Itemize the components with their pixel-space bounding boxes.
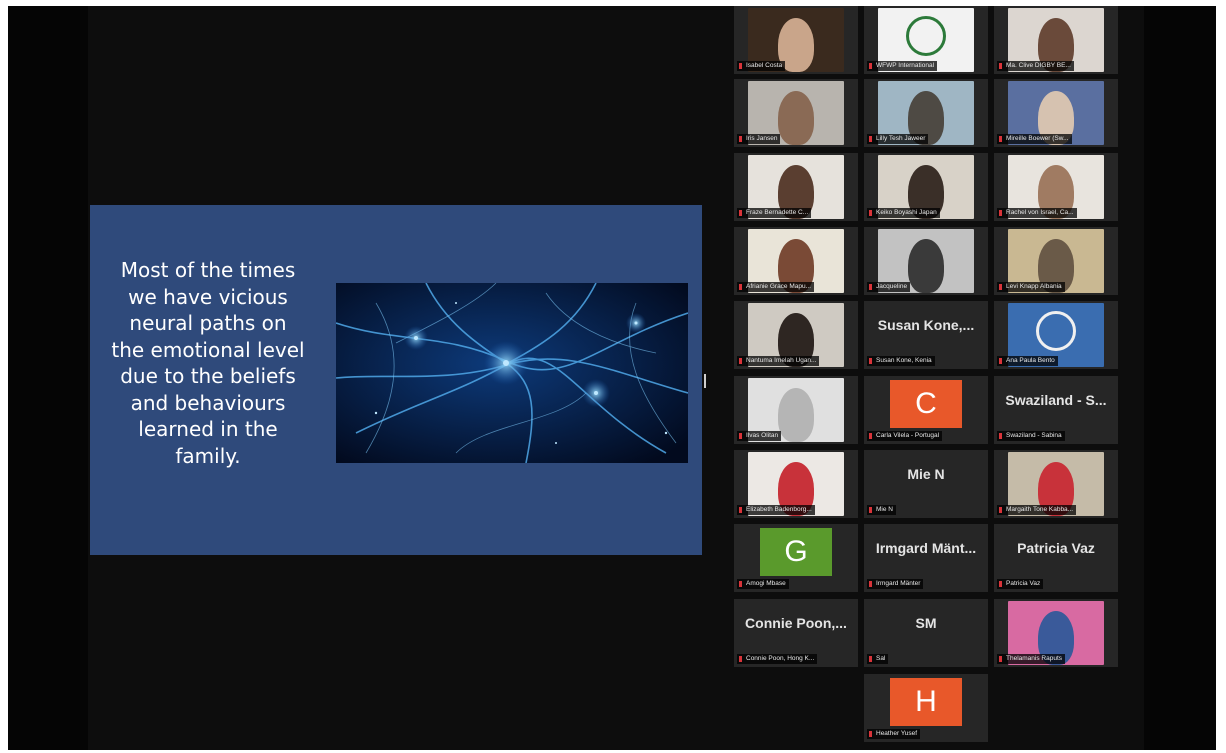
participant-figure [778,91,814,145]
participant-figure [778,388,814,442]
neuron-network-image [336,283,688,463]
participant-tile[interactable]: G Amogi Mbase [734,524,858,592]
participant-name-label: Ana Paula Bento [997,356,1058,366]
participant-tile[interactable]: Irmgard Mänt... Irmgard Mänter [864,524,988,592]
participant-name-label: Iris Jansen [737,134,781,144]
participant-display-name: Mie N [907,466,945,482]
participant-name-label: Jacqueline [867,282,911,292]
participant-name-label: Carla Vilela - Portugal [867,431,943,441]
participant-name-label: Thelamanis Raputs [997,654,1065,664]
participant-avatar: H [890,678,962,726]
participant-figure [908,239,944,293]
participant-tile[interactable]: Jacqueline [864,227,988,295]
participant-name-label: Rachel von Israel, Ca... [997,208,1077,218]
participant-name-label: Amogi Mbase [737,579,789,589]
participant-tile[interactable]: WFWP International [864,6,988,74]
participant-tile[interactable]: Ma. Clive DIGBY BE... [994,6,1118,74]
participant-tile[interactable]: Margaith Tone Kabba... [994,450,1118,518]
participant-tile[interactable]: Isabel Costa [734,6,858,74]
participant-tile[interactable]: Ilvas Olitan [734,376,858,444]
split-view-divider[interactable] [704,374,706,388]
participant-name-label: Connie Poon, Hong K... [737,654,818,664]
participant-name-label: Sal [867,654,889,664]
participant-name-label: Patricia Vaz [997,579,1044,589]
participant-tile[interactable]: Keiko Boyashi Japan [864,153,988,221]
participant-tile[interactable]: Nantuma Imelah Ugan... [734,301,858,369]
logo-emblem [1036,311,1076,351]
participant-name-label: Keiko Boyashi Japan [867,208,940,218]
participant-name-label: Nantuma Imelah Ugan... [737,356,820,366]
participant-name-label: Afrianie Grace Mapu... [737,282,815,292]
participant-name-label: Ma. Clive DIGBY BE... [997,61,1074,71]
participant-tile[interactable]: Fraze Bernadette C... [734,153,858,221]
participant-tile[interactable]: Rachel von Israel, Ca... [994,153,1118,221]
participant-tile[interactable]: SM Sal [864,599,988,667]
logo-emblem [906,16,946,56]
participant-tile[interactable]: Levi Knapp Albania [994,227,1118,295]
participant-tile[interactable]: H Heather Yusef [864,674,988,742]
participant-name-label: Fraze Bernadette C... [737,208,812,218]
participant-tile[interactable]: Afrianie Grace Mapu... [734,227,858,295]
participant-display-name: Irmgard Mänt... [875,540,977,556]
participant-name-label: Ilvas Olitan [737,431,782,441]
participant-display-name: Patricia Vaz [1017,540,1095,556]
participant-tile[interactable]: Elizabeth Badenborg... [734,450,858,518]
neurons-illustration [336,283,688,463]
participant-tile[interactable]: Susan Kone,... Susan Kone, Kenia [864,301,988,369]
participant-tile[interactable]: Patricia Vaz Patricia Vaz [994,524,1118,592]
participant-name-label: Elizabeth Badenborg... [737,505,815,515]
zoom-meeting-window: Most of the times we have vicious neural… [8,6,1216,750]
participant-name-label: Swaziland - Sabina [997,431,1065,441]
participant-name-label: Margaith Tone Kabba... [997,505,1077,515]
participant-tile[interactable]: Lilly Tesh Jaweer [864,79,988,147]
participant-tile[interactable]: Ana Paula Bento [994,301,1118,369]
participant-tile[interactable]: Thelamanis Raputs [994,599,1118,667]
participant-avatar: C [890,380,962,428]
participant-name-label: Heather Yusef [867,729,921,739]
participant-name-label: Levi Knapp Albania [997,282,1065,292]
participant-name-label: WFWP International [867,61,938,71]
slide-text: Most of the times we have vicious neural… [111,258,305,468]
participant-display-name: Swaziland - S... [1005,392,1107,408]
shared-screen-slide: Most of the times we have vicious neural… [90,205,702,555]
participant-name-label: Susan Kone, Kenia [867,356,935,366]
participant-name-label: Isabel Costa [737,61,786,71]
participant-tile[interactable]: C Carla Vilela - Portugal [864,376,988,444]
participant-display-name: Connie Poon,... [745,615,847,631]
participant-tile[interactable]: Connie Poon,... Connie Poon, Hong K... [734,599,858,667]
participant-avatar: G [760,528,832,576]
participant-tile[interactable]: Swaziland - S... Swaziland - Sabina [994,376,1118,444]
participant-name-label: Irmgard Mänter [867,579,924,589]
participant-tile[interactable]: Mie N Mie N [864,450,988,518]
participant-tile[interactable]: Mireille Boewer (Sw... [994,79,1118,147]
participant-name-label: Lilly Tesh Jaweer [867,134,929,144]
participant-name-label: Mie N [867,505,896,515]
participant-display-name: SM [915,615,937,631]
left-margin [8,6,88,750]
participant-tile[interactable]: Iris Jansen [734,79,858,147]
participant-display-name: Susan Kone,... [877,317,975,333]
right-margin [1144,6,1216,750]
participant-name-label: Mireille Boewer (Sw... [997,134,1072,144]
